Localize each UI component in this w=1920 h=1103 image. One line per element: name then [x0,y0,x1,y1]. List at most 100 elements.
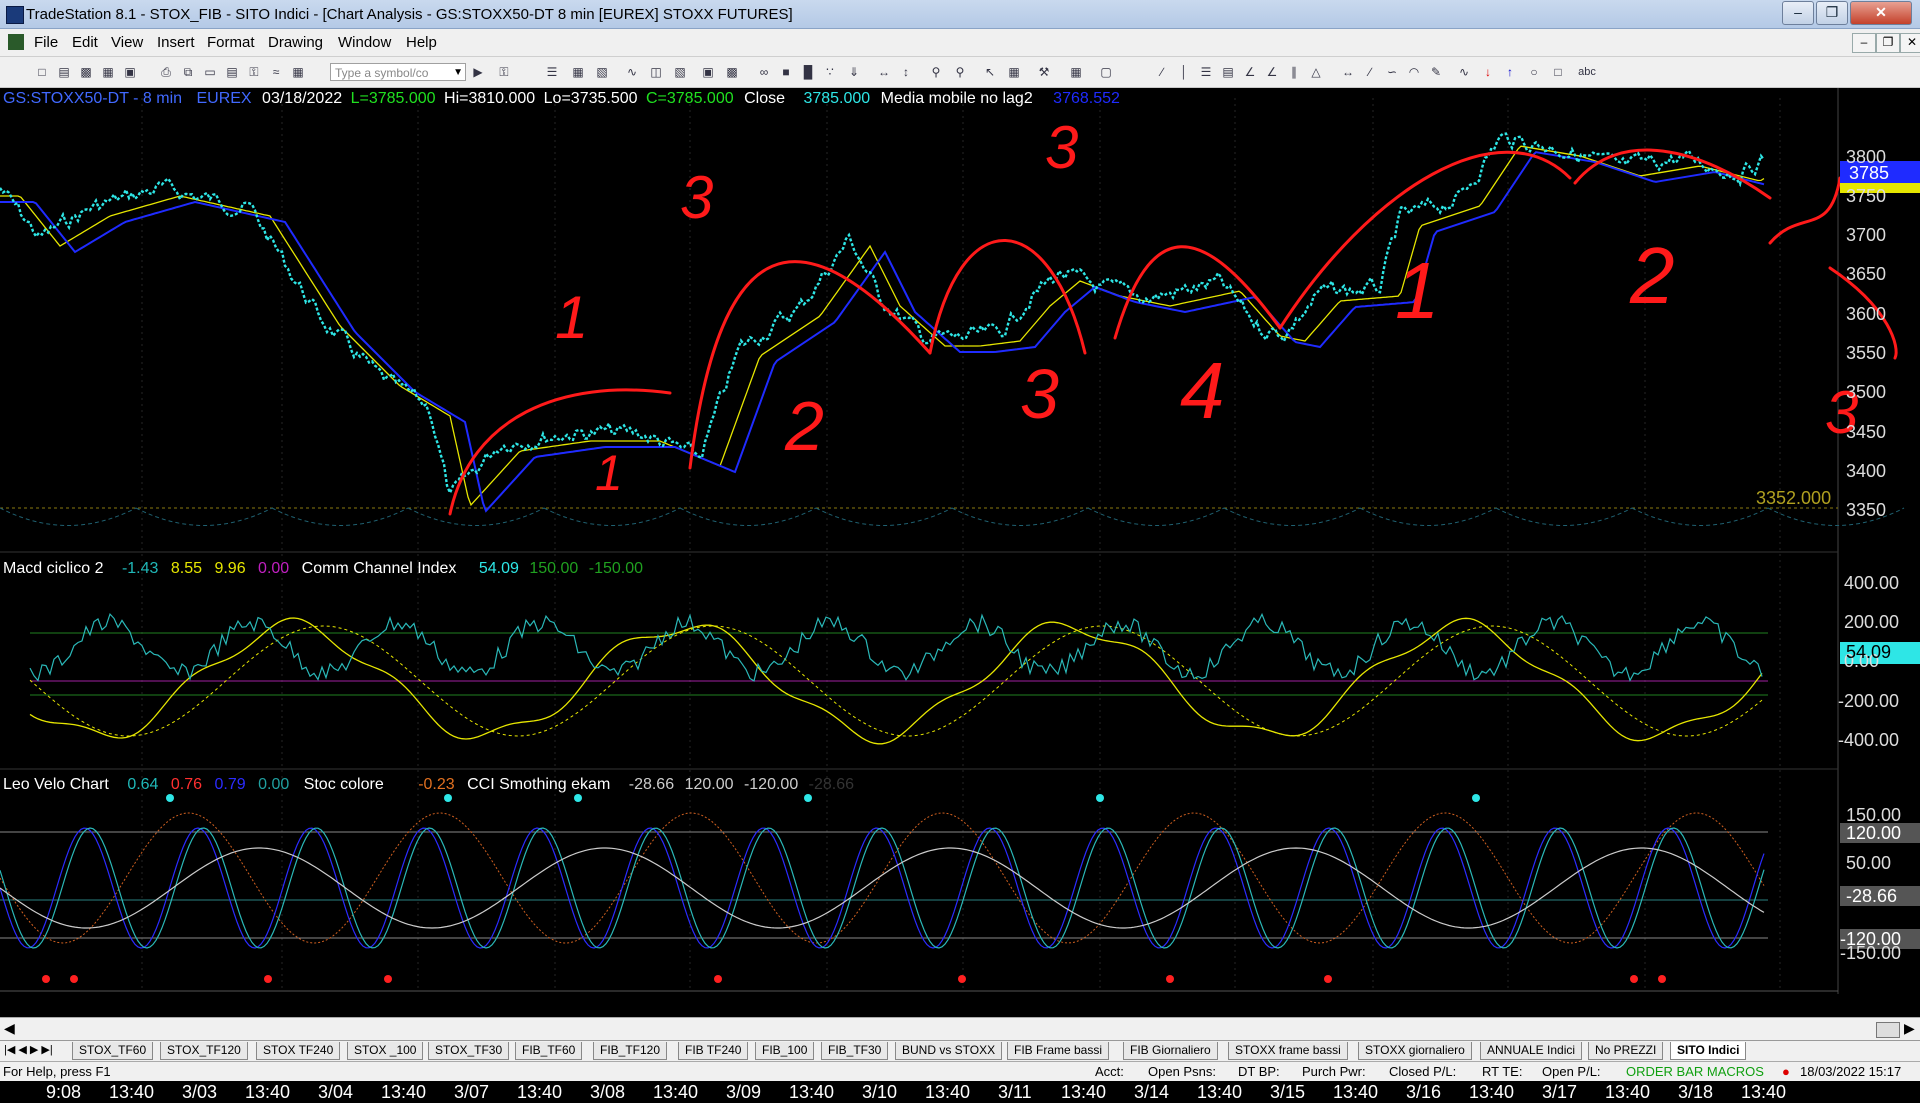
tab-fib-tf120[interactable]: FIB_TF120 [593,1042,668,1060]
scroll-right-icon[interactable]: ▶ [1904,1020,1915,1037]
folder-icon[interactable]: ▣ [122,64,138,80]
menu-help[interactable]: Help [406,34,437,51]
tab-stox-100[interactable]: STOX _100 [347,1042,424,1060]
fan-icon[interactable]: ∠ [1264,64,1280,80]
symbol-lookup-icon[interactable]: ⚿ [496,64,512,80]
windows-icon[interactable]: ▩ [724,64,740,80]
scroll-left-icon[interactable]: ◀ [4,1020,15,1037]
menu-file[interactable]: File [34,34,58,51]
tab-fib-tf30[interactable]: FIB_TF30 [821,1042,889,1060]
mdi-restore-button[interactable]: ❐ [1876,33,1900,53]
mdi-minimize-button[interactable]: – [1852,33,1876,53]
pencil-icon[interactable]: ✎ [1428,64,1444,80]
tab-stox-tf60[interactable]: STOX_TF60 [72,1042,154,1060]
chart-icon[interactable]: ▤ [224,64,240,80]
window-titlebar[interactable]: TradeStation 8.1 - STOX_FIB - SITO Indic… [0,0,1920,29]
channel-icon[interactable]: ∥ [1286,64,1302,80]
macro-icon[interactable]: ▦ [1068,64,1084,80]
tab-annuale-indici[interactable]: ANNUALE Indici [1480,1042,1583,1060]
workspace-icon[interactable]: ▦ [100,64,116,80]
showme-icon[interactable]: ∵ [822,64,838,80]
indicator-icon[interactable]: ∞ [756,64,772,80]
tab-stox-tf30[interactable]: STOX_TF30 [428,1042,510,1060]
parallel-icon[interactable]: ∕ [1362,64,1378,80]
up-arrow-icon[interactable]: ↑ [1502,64,1518,80]
horizontal-lines-icon[interactable]: ☰ [1198,64,1214,80]
grid-view-icon[interactable]: ▧ [594,64,610,80]
magnify-plus-icon[interactable]: ⚲ [928,64,944,80]
bar-chart-icon[interactable]: ◫ [648,64,664,80]
chart-window-icon[interactable] [8,34,24,50]
play-icon[interactable]: ▶ [470,64,486,80]
arrow-line-icon[interactable]: ↔ [1340,64,1356,80]
menu-window[interactable]: Window [338,34,391,51]
tab-fib-100[interactable]: FIB_100 [755,1042,815,1060]
grid-icon[interactable]: ▦ [290,64,306,80]
paste-icon[interactable]: ▭ [202,64,218,80]
pointer-icon[interactable]: ↖ [982,64,998,80]
tools-icon[interactable]: ⚒ [1036,64,1052,80]
tab-stox-tf240[interactable]: STOX TF240 [256,1042,341,1060]
magnify-minus-icon[interactable]: ⚲ [952,64,968,80]
new-icon[interactable]: □ [34,64,50,80]
menu-insert[interactable]: Insert [157,34,195,51]
vertical-lines-icon[interactable]: │ [1176,64,1192,80]
horizontal-scrollbar[interactable]: ◀ ▶ [0,1017,1920,1040]
mdi-close-button[interactable]: ✕ [1900,33,1920,53]
ellipse-icon[interactable]: ○ [1526,64,1542,80]
analysis-icon[interactable]: ≈ [268,64,284,80]
zoom-out-icon[interactable]: ↔ [876,64,892,80]
tab-sito-indici[interactable]: SITO Indici [1670,1042,1747,1060]
curve-icon[interactable]: ∿ [1456,64,1472,80]
chart-canvas[interactable]: 11233 41 233 [0,88,1920,1026]
menu-drawing[interactable]: Drawing [268,34,323,51]
copy-icon[interactable]: ⧉ [180,64,196,80]
table-icon[interactable]: ▦ [570,64,586,80]
candle-icon[interactable]: ▧ [672,64,688,80]
paintbar-icon[interactable]: █ [800,64,816,80]
line-chart-icon[interactable]: ∿ [624,64,640,80]
tab-stox-tf120[interactable]: STOX_TF120 [160,1042,248,1060]
tab-stoxx-frame-bassi[interactable]: STOXX frame bassi [1228,1042,1348,1060]
tab-no-prezzi[interactable]: No PREZZI [1588,1042,1664,1060]
chevron-down-icon[interactable]: ▼ [453,64,463,82]
strategy-icon[interactable]: ■ [778,64,794,80]
gann-icon[interactable]: ∠ [1242,64,1258,80]
trendline-icon[interactable]: ∕ [1154,64,1170,80]
scroll-thumb[interactable] [1876,1022,1900,1038]
close-button[interactable]: ✕ [1850,1,1912,25]
tab-bund-vs-stoxx[interactable]: BUND vs STOXX [895,1042,1003,1060]
fib-icon[interactable]: ▤ [1220,64,1236,80]
tab-fib-tf60[interactable]: FIB_TF60 [515,1042,583,1060]
symbol-input[interactable]: Type a symbol/co ▼ [330,63,466,81]
menu-edit[interactable]: Edit [72,34,98,51]
hide-icon[interactable]: ▢ [1098,64,1114,80]
print-icon[interactable]: ⎙ [158,64,174,80]
tab-fib-frame-bassi[interactable]: FIB Frame bassi [1007,1042,1110,1060]
menu-view[interactable]: View [111,34,143,51]
tab-stoxx-giornaliero[interactable]: STOXX giornaliero [1358,1042,1472,1060]
tab-fib-giornaliero[interactable]: FIB Giornaliero [1123,1042,1218,1060]
arc-icon[interactable]: ◠ [1406,64,1422,80]
text-tool-icon[interactable]: abc [1574,64,1600,80]
data-window-icon[interactable]: ▦ [1006,64,1022,80]
tab-fib-tf240[interactable]: FIB TF240 [678,1042,749,1060]
lock-icon[interactable]: ⚿ [246,64,262,80]
menu-format[interactable]: Format [207,34,255,51]
zoom-in-icon[interactable]: ↕ [898,64,914,80]
status-macros[interactable]: ORDER BAR MACROS [1626,1064,1764,1079]
rectangle-icon[interactable]: □ [1550,64,1566,80]
window-icon[interactable]: ▣ [700,64,716,80]
open-icon[interactable]: ▤ [56,64,72,80]
save-icon[interactable]: ▩ [78,64,94,80]
tab-nav-icon[interactable]: |◀ ◀ ▶ ▶| [4,1043,53,1056]
down-arrow-icon[interactable]: ↓ [1480,64,1496,80]
chart-area[interactable]: 1123341233 GS:STOXX50-DT - 8 min EUREX 0… [0,88,1920,1102]
radar-icon[interactable]: ⇓ [846,64,862,80]
list-icon[interactable]: ☰ [544,64,560,80]
speedline-icon[interactable]: ∽ [1384,64,1400,80]
macd-v4: 0.00 [258,560,290,577]
minimize-button[interactable]: – [1782,1,1814,25]
triangle-icon[interactable]: △ [1308,64,1324,80]
maximize-button[interactable]: ❐ [1816,1,1848,25]
